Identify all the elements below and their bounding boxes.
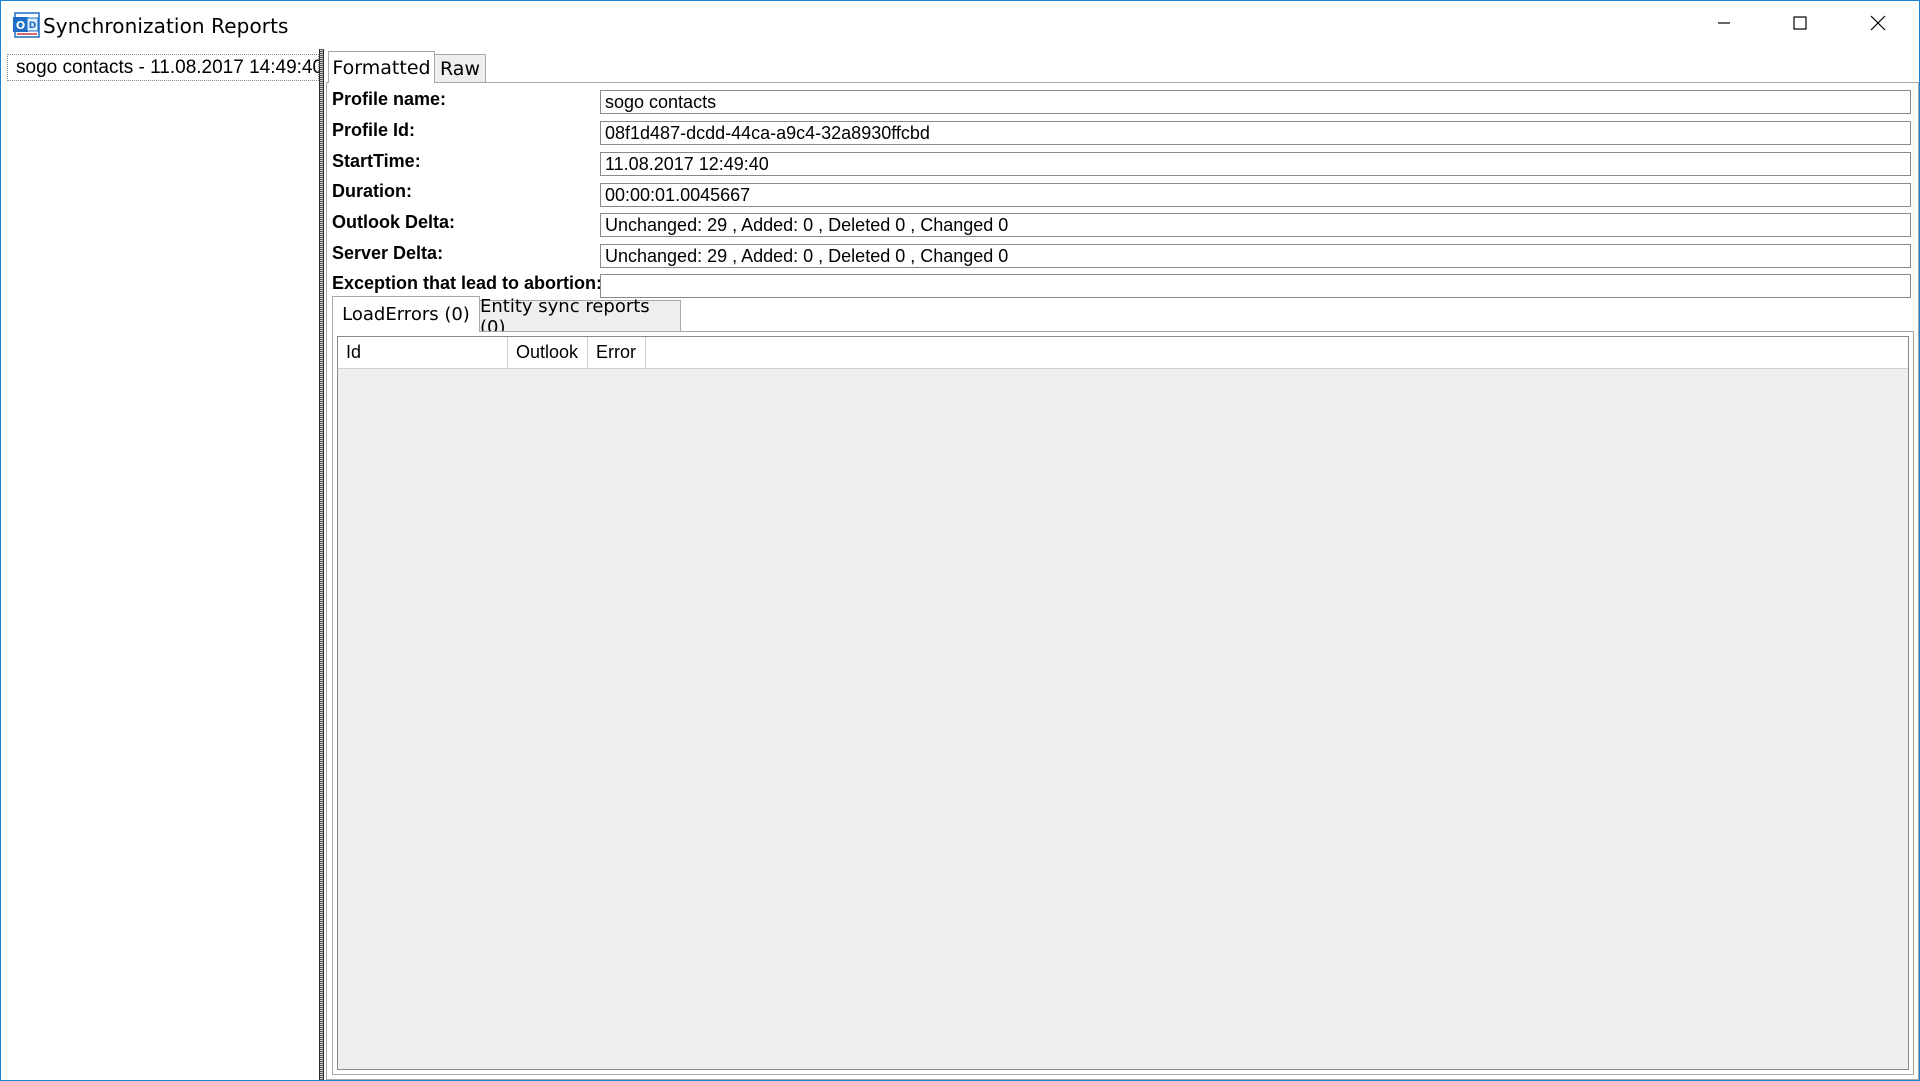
synchronization-reports-window: O D Synchronization Reports sogo contact…: [0, 0, 1920, 1081]
tab-raw[interactable]: Raw: [434, 54, 486, 82]
load-errors-grid[interactable]: Id Outlook Error: [337, 336, 1909, 1070]
minimize-button[interactable]: [1687, 1, 1761, 49]
duration-field[interactable]: 00:00:01.0045667: [600, 183, 1911, 207]
profile-id-label: Profile Id:: [332, 120, 416, 140]
close-icon: [1870, 15, 1886, 36]
svg-text:D: D: [29, 21, 36, 31]
start-time-field[interactable]: 11.08.2017 12:49:40: [600, 152, 1911, 176]
tab-load-errors[interactable]: LoadErrors (0): [332, 296, 480, 332]
server-delta-field[interactable]: Unchanged: 29 , Added: 0 , Deleted 0 , C…: [600, 244, 1911, 268]
maximize-icon: [1793, 15, 1807, 35]
list-item[interactable]: sogo contacts - 11.08.2017 14:49:40: [7, 54, 323, 81]
tab-formatted-label: Formatted: [332, 56, 431, 79]
window-title: Synchronization Reports: [43, 14, 289, 38]
exception-field[interactable]: [600, 274, 1911, 298]
profile-id-field[interactable]: 08f1d487-dcdd-44ca-a9c4-32a8930ffcbd: [600, 121, 1911, 145]
formatted-tab-page: Profile name: sogo contacts Profile Id: …: [326, 82, 1919, 1080]
outlook-delta-field[interactable]: Unchanged: 29 , Added: 0 , Deleted 0 , C…: [600, 213, 1911, 237]
grid-header: Id Outlook Error: [338, 337, 1908, 369]
title-bar[interactable]: O D Synchronization Reports: [1, 1, 1919, 49]
column-header-id[interactable]: Id: [338, 337, 508, 368]
profile-name-label: Profile name:: [332, 89, 447, 109]
exception-label: Exception that lead to abortion:: [332, 273, 603, 293]
outlook-delta-label: Outlook Delta:: [332, 212, 456, 232]
report-detail-panel: Formatted Raw Profile name: sogo contact…: [324, 49, 1919, 1080]
outlook-caldav-synchronizer-icon: O D: [13, 12, 41, 38]
start-time-label: StartTime:: [332, 151, 421, 171]
tab-load-errors-label: LoadErrors (0): [342, 304, 470, 325]
tab-raw-label: Raw: [440, 57, 480, 80]
profile-name-field[interactable]: sogo contacts: [600, 90, 1911, 114]
svg-text:O: O: [16, 19, 25, 32]
tab-formatted[interactable]: Formatted: [328, 51, 435, 83]
tab-entity-sync-reports[interactable]: Entity sync reports (0): [479, 296, 681, 338]
maximize-button[interactable]: [1763, 1, 1837, 49]
server-delta-label: Server Delta:: [332, 243, 444, 263]
column-header-outlook[interactable]: Outlook: [508, 337, 588, 368]
load-errors-tab-page: Id Outlook Error: [332, 331, 1914, 1075]
reports-list[interactable]: sogo contacts - 11.08.2017 14:49:40: [3, 49, 323, 1080]
list-item-label: sogo contacts - 11.08.2017 14:49:40: [16, 57, 324, 78]
close-button[interactable]: [1841, 1, 1915, 49]
column-header-error[interactable]: Error: [588, 337, 646, 368]
duration-label: Duration:: [332, 181, 412, 201]
minimize-icon: [1717, 16, 1731, 35]
